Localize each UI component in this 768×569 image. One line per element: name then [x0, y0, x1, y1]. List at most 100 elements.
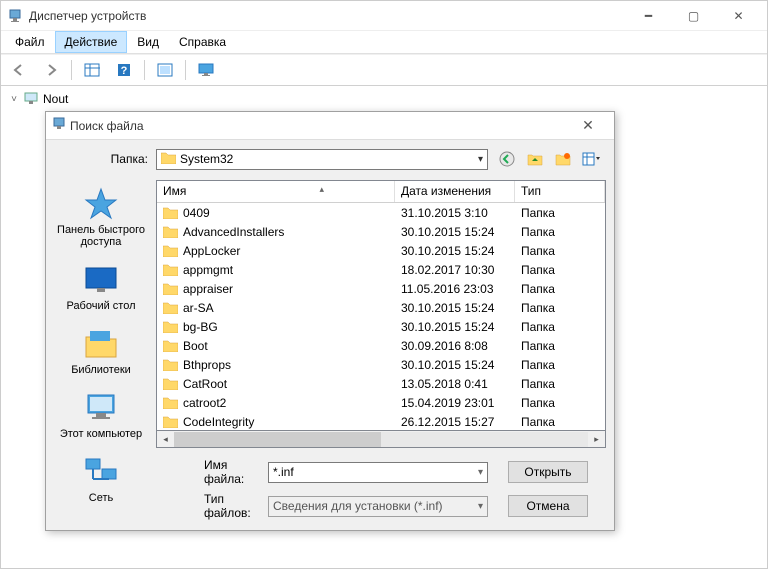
sidebar-libraries[interactable]: Библиотеки — [46, 326, 156, 376]
device-manager-window: Диспетчер устройств ━ ▢ ✕ Файл Действие … — [0, 0, 768, 569]
item-type: Папка — [515, 206, 605, 220]
toolbar-separator — [185, 60, 186, 80]
show-hidden-button[interactable] — [80, 58, 104, 82]
item-date: 26.12.2015 15:27 — [395, 415, 515, 429]
item-date: 30.10.2015 15:24 — [395, 301, 515, 315]
toolbar-separator — [71, 60, 72, 80]
item-date: 18.02.2017 10:30 — [395, 263, 515, 277]
new-folder-button[interactable] — [552, 148, 574, 170]
dialog-bottom-panel: Имя файла: *.inf ▾ Открыть Тип файлов: С… — [156, 452, 614, 530]
list-item[interactable]: AdvancedInstallers30.10.2015 15:24Папка — [157, 222, 605, 241]
filename-input[interactable]: *.inf ▾ — [268, 462, 488, 483]
folder-icon — [163, 225, 179, 239]
column-name-header[interactable]: Имя▴ — [157, 181, 395, 202]
nav-up-button[interactable] — [524, 148, 546, 170]
item-name: AppLocker — [183, 244, 240, 258]
listview-header: Имя▴ Дата изменения Тип — [157, 181, 605, 203]
folder-combobox[interactable]: System32 ▾ — [156, 149, 488, 170]
nav-back-button[interactable] — [496, 148, 518, 170]
item-date: 30.10.2015 15:24 — [395, 358, 515, 372]
list-item[interactable]: Boot30.09.2016 8:08Папка — [157, 336, 605, 355]
list-item[interactable]: Bthprops30.10.2015 15:24Папка — [157, 355, 605, 374]
folder-icon — [161, 151, 176, 167]
item-type: Папка — [515, 339, 605, 353]
scroll-right-button[interactable]: ▸ — [588, 432, 605, 447]
device-tree[interactable]: ˅ Nout — [1, 86, 767, 112]
menu-view[interactable]: Вид — [127, 31, 169, 53]
scroll-track[interactable] — [174, 432, 588, 447]
folder-value: System32 — [180, 152, 233, 166]
item-date: 11.05.2016 23:03 — [395, 282, 515, 296]
svg-text:?: ? — [121, 65, 128, 77]
filename-label: Имя файла: — [168, 458, 258, 486]
desktop-icon — [83, 262, 119, 298]
this-pc-icon — [83, 390, 119, 426]
dropdown-icon: ▾ — [478, 467, 483, 478]
sidebar-label: Панель быстрого доступа — [46, 224, 156, 248]
item-type: Папка — [515, 301, 605, 315]
menu-action[interactable]: Действие — [55, 31, 128, 53]
tree-root-label: Nout — [43, 92, 68, 106]
dialog-titlebar: Поиск файла ✕ — [46, 112, 614, 140]
item-type: Папка — [515, 244, 605, 258]
forward-button[interactable] — [39, 58, 63, 82]
listview-rows[interactable]: 040931.10.2015 3:10ПапкаAdvancedInstalle… — [157, 203, 605, 430]
item-type: Папка — [515, 282, 605, 296]
tree-root-item[interactable]: ˅ Nout — [9, 90, 759, 108]
list-item[interactable]: 040931.10.2015 3:10Папка — [157, 203, 605, 222]
dialog-title: Поиск файла — [70, 119, 568, 133]
main-menubar: Файл Действие Вид Справка — [1, 31, 767, 54]
filetype-combobox[interactable]: Сведения для установки (*.inf) ▾ — [268, 496, 488, 517]
sidebar-quick-access[interactable]: Панель быстрого доступа — [46, 186, 156, 248]
dropdown-icon: ▾ — [478, 154, 483, 165]
item-type: Папка — [515, 225, 605, 239]
help-button[interactable]: ? — [112, 58, 136, 82]
sidebar-this-pc[interactable]: Этот компьютер — [46, 390, 156, 440]
maximize-button[interactable]: ▢ — [671, 2, 716, 30]
menu-file[interactable]: Файл — [5, 31, 55, 53]
close-button[interactable]: ✕ — [716, 2, 761, 30]
item-name: CatRoot — [183, 377, 227, 391]
file-listview[interactable]: Имя▴ Дата изменения Тип 040931.10.2015 3… — [156, 180, 606, 431]
filetype-label: Тип файлов: — [168, 492, 258, 520]
monitor-button[interactable] — [194, 58, 218, 82]
list-item[interactable]: CatRoot13.05.2018 0:41Папка — [157, 374, 605, 393]
folder-icon — [163, 415, 179, 429]
folder-icon — [163, 377, 179, 391]
scroll-left-button[interactable]: ◂ — [157, 432, 174, 447]
sidebar-desktop[interactable]: Рабочий стол — [46, 262, 156, 312]
dialog-close-button[interactable]: ✕ — [568, 114, 608, 138]
scroll-thumb[interactable] — [174, 432, 381, 447]
libraries-icon — [83, 326, 119, 362]
network-icon — [83, 454, 119, 490]
filename-value: *.inf — [273, 465, 294, 479]
list-item[interactable]: bg-BG30.10.2015 15:24Папка — [157, 317, 605, 336]
sidebar-network[interactable]: Сеть — [46, 454, 156, 504]
list-item[interactable]: appraiser11.05.2016 23:03Папка — [157, 279, 605, 298]
item-name: bg-BG — [183, 320, 218, 334]
main-window-title: Диспетчер устройств — [29, 9, 626, 23]
scan-hardware-button[interactable] — [153, 58, 177, 82]
item-name: catroot2 — [183, 396, 226, 410]
column-date-header[interactable]: Дата изменения — [395, 181, 515, 202]
item-name: CodeIntegrity — [183, 415, 254, 429]
list-item[interactable]: catroot215.04.2019 23:01Папка — [157, 393, 605, 412]
folder-icon — [163, 301, 179, 315]
open-button[interactable]: Открыть — [508, 461, 588, 483]
item-type: Папка — [515, 320, 605, 334]
minimize-button[interactable]: ━ — [626, 2, 671, 30]
folder-icon — [163, 320, 179, 334]
expand-icon[interactable]: ˅ — [9, 94, 19, 105]
list-item[interactable]: AppLocker30.10.2015 15:24Папка — [157, 241, 605, 260]
menu-help[interactable]: Справка — [169, 31, 236, 53]
item-date: 30.09.2016 8:08 — [395, 339, 515, 353]
view-menu-button[interactable] — [580, 148, 602, 170]
list-item[interactable]: appmgmt18.02.2017 10:30Папка — [157, 260, 605, 279]
horizontal-scrollbar[interactable]: ◂ ▸ — [156, 431, 606, 448]
list-item[interactable]: CodeIntegrity26.12.2015 15:27Папка — [157, 412, 605, 430]
back-button[interactable] — [7, 58, 31, 82]
cancel-button[interactable]: Отмена — [508, 495, 588, 517]
column-type-header[interactable]: Тип — [515, 181, 605, 202]
list-item[interactable]: ar-SA30.10.2015 15:24Папка — [157, 298, 605, 317]
dropdown-icon: ▾ — [478, 501, 483, 512]
